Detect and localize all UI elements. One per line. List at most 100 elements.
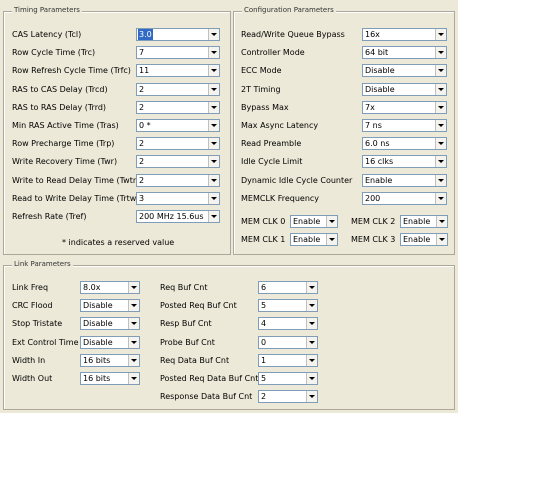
timing-row-1-dropdown[interactable]: 7 — [136, 46, 220, 59]
chevron-down-icon[interactable] — [208, 120, 219, 131]
config-row-7-value: 16 clks — [365, 157, 394, 166]
config-row-8-label: Dynamic Idle Cycle Counter — [241, 176, 353, 185]
memclk-0-value: Enable — [293, 217, 321, 226]
chevron-down-icon[interactable] — [326, 216, 337, 227]
config-row-5-label: Max Async Latency — [241, 121, 319, 130]
chevron-down-icon[interactable] — [306, 337, 317, 348]
chevron-down-icon[interactable] — [208, 29, 219, 40]
chevron-down-icon[interactable] — [128, 318, 139, 329]
config-row-7-dropdown[interactable]: 16 clks — [362, 155, 447, 168]
chevron-down-icon[interactable] — [435, 47, 446, 58]
memclk-0-dropdown[interactable]: Enable — [290, 215, 338, 228]
chevron-down-icon[interactable] — [435, 102, 446, 113]
config-row-2-dropdown[interactable]: Disable — [362, 64, 447, 77]
chevron-down-icon[interactable] — [128, 337, 139, 348]
timing-row-3-dropdown[interactable]: 2 — [136, 83, 220, 96]
chevron-down-icon[interactable] — [208, 138, 219, 149]
chevron-down-icon[interactable] — [435, 193, 446, 204]
chevron-down-icon[interactable] — [435, 175, 446, 186]
timing-row-8-label: Write to Read Delay Time (Twtr) — [12, 176, 140, 185]
link-right-6-value: 2 — [261, 392, 267, 401]
chevron-down-icon[interactable] — [208, 65, 219, 76]
timing-row-7-dropdown[interactable]: 2 — [136, 155, 220, 168]
settings-panel: Timing Parameters CAS Latency (Tcl) 3.0 Ro… — [0, 0, 458, 413]
link-left-3-dropdown[interactable]: Disable — [80, 336, 140, 349]
config-row-8-dropdown[interactable]: Enable — [362, 174, 447, 187]
config-row-6-dropdown[interactable]: 6.0 ns — [362, 137, 447, 150]
chevron-down-icon[interactable] — [435, 120, 446, 131]
memclk-1-dropdown[interactable]: Enable — [400, 215, 448, 228]
link-right-0-label: Req Buf Cnt — [160, 283, 208, 292]
chevron-down-icon[interactable] — [435, 29, 446, 40]
link-left-2-dropdown[interactable]: Disable — [80, 317, 140, 330]
chevron-down-icon[interactable] — [208, 156, 219, 167]
timing-row-9-dropdown[interactable]: 3 — [136, 192, 220, 205]
config-row-3-label: 2T Timing — [241, 85, 281, 94]
link-left-1-dropdown[interactable]: Disable — [80, 299, 140, 312]
link-right-6-dropdown[interactable]: 2 — [258, 390, 318, 403]
link-right-5-dropdown[interactable]: 5 — [258, 372, 318, 385]
link-right-1-dropdown[interactable]: 5 — [258, 299, 318, 312]
link-right-3-dropdown[interactable]: 0 — [258, 336, 318, 349]
chevron-down-icon[interactable] — [208, 102, 219, 113]
timing-row-2-label: Row Refresh Cycle Time (Trfc) — [12, 66, 131, 75]
memclk-1-value: Enable — [403, 217, 431, 226]
configuration-parameters-title: Configuration Parameters — [242, 6, 336, 14]
config-row-5-dropdown[interactable]: 7 ns — [362, 119, 447, 132]
chevron-down-icon[interactable] — [208, 175, 219, 186]
timing-row-2-dropdown[interactable]: 11 — [136, 64, 220, 77]
chevron-down-icon[interactable] — [306, 355, 317, 366]
config-row-2-label: ECC Mode — [241, 66, 282, 75]
chevron-down-icon[interactable] — [435, 84, 446, 95]
memclk-3-dropdown[interactable]: Enable — [400, 233, 448, 246]
chevron-down-icon[interactable] — [306, 318, 317, 329]
chevron-down-icon[interactable] — [435, 138, 446, 149]
config-row-0-value: 16x — [365, 30, 380, 39]
config-row-8-value: Enable — [365, 176, 393, 185]
chevron-down-icon[interactable] — [306, 373, 317, 384]
timing-row-7-value: 2 — [139, 157, 145, 166]
timing-row-5-dropdown[interactable]: 0 * — [136, 119, 220, 132]
chevron-down-icon[interactable] — [128, 373, 139, 384]
chevron-down-icon[interactable] — [208, 84, 219, 95]
timing-row-0-dropdown[interactable]: 3.0 — [136, 28, 220, 41]
chevron-down-icon[interactable] — [128, 282, 139, 293]
chevron-down-icon[interactable] — [436, 234, 447, 245]
timing-row-4-dropdown[interactable]: 2 — [136, 101, 220, 114]
config-row-3-value: Disable — [365, 85, 395, 94]
config-row-9-dropdown[interactable]: 200 — [362, 192, 447, 205]
config-row-4-dropdown[interactable]: 7x — [362, 101, 447, 114]
chevron-down-icon[interactable] — [306, 300, 317, 311]
timing-row-1-value: 7 — [139, 48, 145, 57]
link-left-4-dropdown[interactable]: 16 bits — [80, 354, 140, 367]
config-row-0-label: Read/Write Queue Bypass — [241, 30, 345, 39]
link-right-4-dropdown[interactable]: 1 — [258, 354, 318, 367]
timing-row-10-dropdown[interactable]: 200 MHz 15.6us — [136, 210, 220, 223]
link-left-2-label: Stop Tristate — [12, 319, 63, 328]
timing-row-5-label: Min RAS Active Time (Tras) — [12, 121, 119, 130]
chevron-down-icon[interactable] — [208, 47, 219, 58]
link-left-0-dropdown[interactable]: 8.0x — [80, 281, 140, 294]
timing-row-6-dropdown[interactable]: 2 — [136, 137, 220, 150]
chevron-down-icon[interactable] — [435, 156, 446, 167]
timing-row-2-value: 11 — [139, 66, 150, 75]
config-row-3-dropdown[interactable]: Disable — [362, 83, 447, 96]
config-row-1-dropdown[interactable]: 64 bit — [362, 46, 447, 59]
memclk-3-value: Enable — [403, 235, 431, 244]
link-left-5-dropdown[interactable]: 16 bits — [80, 372, 140, 385]
chevron-down-icon[interactable] — [326, 234, 337, 245]
chevron-down-icon[interactable] — [128, 300, 139, 311]
config-row-0-dropdown[interactable]: 16x — [362, 28, 447, 41]
timing-row-8-dropdown[interactable]: 2 — [136, 174, 220, 187]
link-right-2-dropdown[interactable]: 4 — [258, 317, 318, 330]
chevron-down-icon[interactable] — [208, 193, 219, 204]
chevron-down-icon[interactable] — [306, 282, 317, 293]
chevron-down-icon[interactable] — [128, 355, 139, 366]
timing-row-10-label: Refresh Rate (Tref) — [12, 212, 87, 221]
chevron-down-icon[interactable] — [306, 391, 317, 402]
memclk-2-dropdown[interactable]: Enable — [290, 233, 338, 246]
link-right-0-dropdown[interactable]: 6 — [258, 281, 318, 294]
chevron-down-icon[interactable] — [435, 65, 446, 76]
chevron-down-icon[interactable] — [208, 211, 219, 222]
chevron-down-icon[interactable] — [436, 216, 447, 227]
